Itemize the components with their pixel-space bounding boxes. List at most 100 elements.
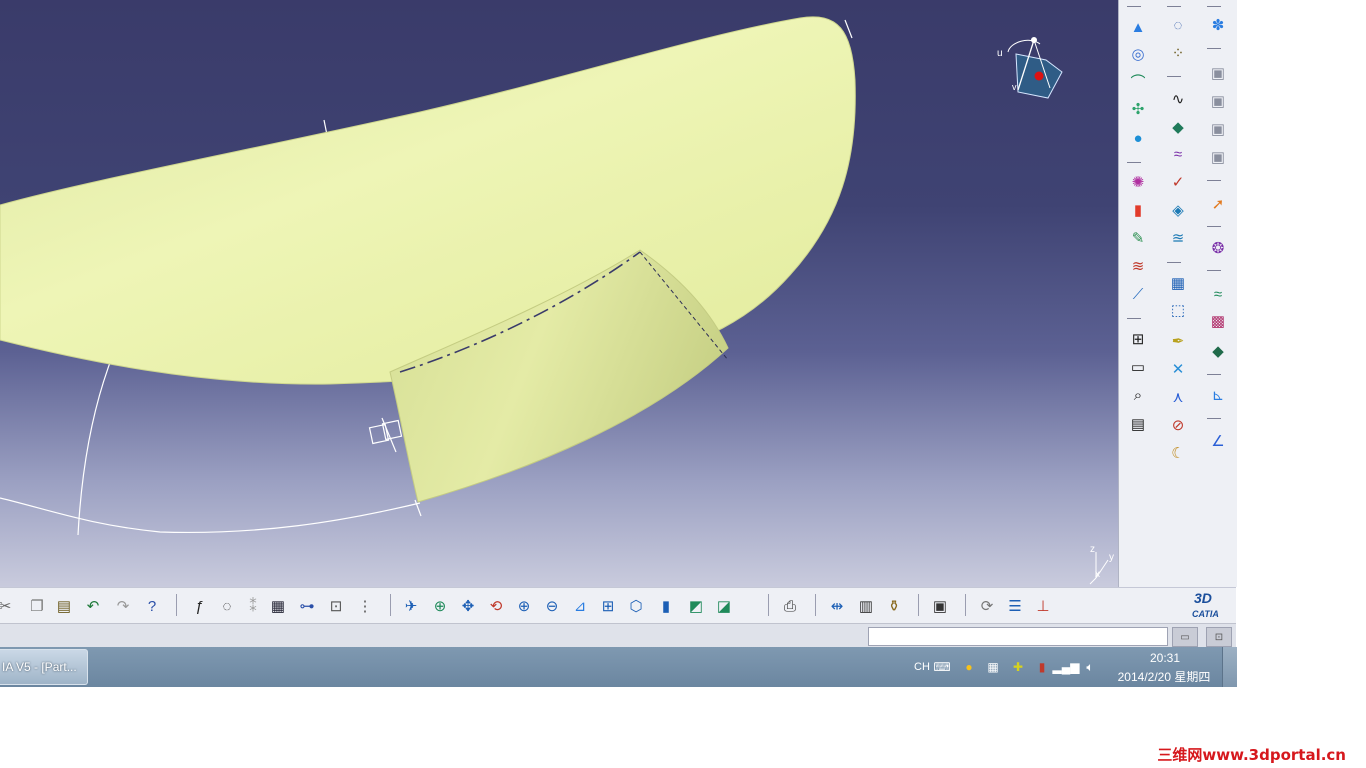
wave-icon[interactable]: ≈ <box>1207 283 1229 305</box>
viewport-canvas[interactable]: u v z y x <box>0 0 1118 587</box>
leaf-green-icon[interactable]: ◆ <box>1207 340 1229 362</box>
blend-icon[interactable]: ⌒ <box>1127 71 1149 93</box>
cross-icon[interactable]: ✕ <box>1167 358 1189 380</box>
gear-icon[interactable]: ✽ <box>1207 14 1229 36</box>
clock-date[interactable]: 2014/2/20 星期四 <box>1112 668 1216 685</box>
fit-all-icon[interactable]: ⊕ <box>429 595 451 617</box>
surface-icon[interactable]: ◌ <box>1167 14 1189 36</box>
knowledge-icon[interactable]: ⁑ <box>242 595 264 617</box>
stack-icon-4[interactable]: ▣ <box>1207 146 1229 168</box>
ime-indicator[interactable]: CH <box>912 659 932 675</box>
pan-icon[interactable]: ✥ <box>457 595 479 617</box>
undo-icon[interactable]: ↶ <box>82 595 104 617</box>
sweep-icon[interactable]: ▲ <box>1127 16 1149 38</box>
command-input[interactable] <box>868 627 1168 646</box>
security-icon[interactable]: ✚ <box>1010 659 1026 675</box>
network-icon[interactable]: ▂▄▆ <box>1053 659 1080 675</box>
multi-section-icon[interactable]: ◎ <box>1127 43 1149 65</box>
hide-show-icon[interactable]: ◩ <box>685 595 707 617</box>
connect-icon[interactable]: ≈ <box>1167 143 1189 165</box>
power-input-icon[interactable]: ⊡ <box>1206 627 1232 647</box>
stack-icon-2[interactable]: ▣ <box>1207 90 1229 112</box>
volume-icon[interactable]: 🔈︎ <box>1082 659 1098 675</box>
wireframe-icon[interactable]: ⬚ <box>1167 299 1189 321</box>
axis-z-label: z <box>1090 544 1095 555</box>
rect-icon[interactable]: ▭ <box>1127 356 1149 378</box>
stack-icon[interactable]: ▣ <box>1207 62 1229 84</box>
curve-icon[interactable]: ∿ <box>1167 88 1189 110</box>
axis-3d-icon[interactable]: ⊾ <box>1207 384 1229 406</box>
inspect-icon[interactable]: ⌕ <box>1127 384 1149 406</box>
patch-icon[interactable]: ▦ <box>1167 272 1189 294</box>
curvature-icon[interactable]: ≋ <box>1127 255 1149 277</box>
lock-icon[interactable]: ⊡ <box>325 595 347 617</box>
offset-icon[interactable]: ≊ <box>1167 227 1189 249</box>
taskbar-catia-button[interactable]: IA V5 - [Part... <box>0 649 88 685</box>
zoom-out-icon[interactable]: ⊖ <box>541 595 563 617</box>
intersect-icon[interactable]: ⊘ <box>1167 414 1189 436</box>
paint-icon[interactable]: ▮ <box>1127 199 1149 221</box>
keyboard-icon[interactable]: ⌨ <box>933 659 950 675</box>
select-arrow-icon[interactable]: ➚ <box>1207 193 1229 215</box>
capture-icon[interactable]: ⎙ <box>779 595 801 617</box>
multi-view-icon[interactable]: ⊞ <box>597 595 619 617</box>
params-icon[interactable]: ⋮ <box>354 595 376 617</box>
stack-icon-3[interactable]: ▣ <box>1207 118 1229 140</box>
update-icon[interactable]: ⟳ <box>976 595 998 617</box>
formula-icon[interactable]: ƒ <box>188 595 210 617</box>
toolbar-separator <box>1167 76 1181 77</box>
paste-icon[interactable]: ▤ <box>53 595 75 617</box>
compass-icon[interactable]: u v <box>997 37 1063 99</box>
iso-view-icon[interactable]: ⬡ <box>625 595 647 617</box>
globe-icon[interactable]: ❂ <box>1207 237 1229 259</box>
fly-icon[interactable]: ✈ <box>400 595 422 617</box>
wireframe-curve-vertical <box>77 351 115 536</box>
swap-icon[interactable]: ◪ <box>713 595 735 617</box>
fill-icon[interactable]: ✣ <box>1127 98 1149 120</box>
comment-icon[interactable]: ◌ <box>216 595 238 617</box>
shape-icon[interactable]: ◈ <box>1167 199 1189 221</box>
spline-icon[interactable]: ⋏ <box>1167 386 1189 408</box>
extrude-icon[interactable]: ● <box>1127 127 1149 149</box>
cut-icon[interactable]: ✂ <box>0 595 16 617</box>
tree-expand-icon[interactable]: ☰ <box>1004 595 1026 617</box>
show-desktop-button[interactable] <box>1222 647 1237 687</box>
shading-icon[interactable]: ▮ <box>655 595 677 617</box>
tree-icon[interactable]: ⊶ <box>296 595 318 617</box>
points-icon[interactable]: ⁘ <box>1167 42 1189 64</box>
normal-view-icon[interactable]: ⊿ <box>569 595 591 617</box>
toolbar-separator <box>965 594 966 616</box>
geometry-viewport[interactable]: u v z y x <box>0 0 1118 587</box>
grid-app-icon[interactable]: ▦ <box>985 659 1001 675</box>
crescent-icon[interactable]: ☾ <box>1167 442 1189 464</box>
toolbar-separator <box>1207 270 1221 271</box>
draft-icon[interactable]: ⟋ <box>1127 283 1149 305</box>
device-icon[interactable]: ▮ <box>1034 659 1050 675</box>
restore-icon[interactable]: ▭ <box>1172 627 1198 647</box>
shell-surface <box>0 16 856 385</box>
texture-icon[interactable]: ▩ <box>1207 310 1229 332</box>
zoom-in-icon[interactable]: ⊕ <box>513 595 535 617</box>
table-icon[interactable]: ▦ <box>267 595 289 617</box>
wireframe-tick-2 <box>844 19 853 39</box>
weight-icon[interactable]: ⚱ <box>883 595 905 617</box>
axis-icon[interactable]: ∠ <box>1207 430 1229 452</box>
nozzle-icon[interactable]: ✒ <box>1167 330 1189 352</box>
extract-icon[interactable]: ✓ <box>1167 171 1189 193</box>
analysis-icon[interactable]: ✺ <box>1127 171 1149 193</box>
measure-icon[interactable]: ⇹ <box>826 595 848 617</box>
whats-this-icon[interactable]: ? <box>141 595 163 617</box>
camera-icon[interactable]: ▣ <box>929 595 951 617</box>
redo-icon[interactable]: ↷ <box>112 595 134 617</box>
notes-icon[interactable]: ▤ <box>1127 413 1149 435</box>
grid-icon[interactable]: ⊞ <box>1127 328 1149 350</box>
copy-icon[interactable]: ❐ <box>26 595 48 617</box>
compass-u-label: u <box>997 48 1003 59</box>
rotate-icon[interactable]: ⟲ <box>485 595 507 617</box>
qq-icon[interactable]: ● <box>961 659 977 675</box>
constraint-icon[interactable]: ⊥ <box>1032 595 1054 617</box>
pen-icon[interactable]: ✎ <box>1127 227 1149 249</box>
leaf-icon[interactable]: ◆ <box>1167 116 1189 138</box>
clock-time[interactable]: 20:31 <box>1140 651 1190 665</box>
mass-icon[interactable]: ▥ <box>855 595 877 617</box>
